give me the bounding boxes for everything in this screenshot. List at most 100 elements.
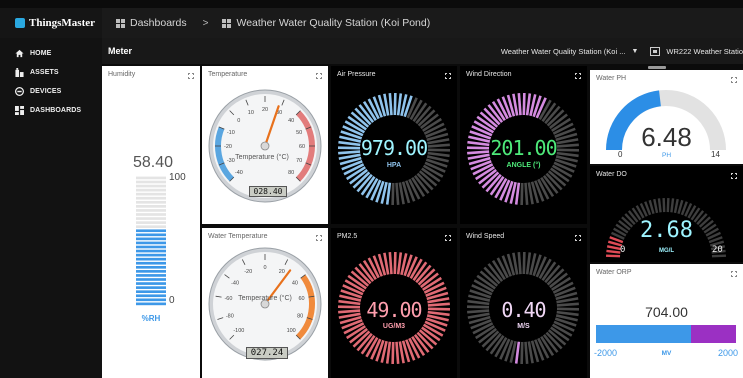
humidity-bar-segment: [136, 200, 166, 204]
dial-tick-label: 80: [288, 170, 294, 176]
gauge-bar: [395, 341, 400, 364]
do-gauge-bar: [657, 198, 662, 213]
temperature-readout: 028.40: [249, 186, 287, 197]
gauge-bar: [514, 341, 521, 364]
dial-hub: [260, 141, 270, 151]
sidebar-item-label: HOME: [30, 50, 52, 57]
water-do-value: 2.68: [640, 218, 693, 243]
card-title: Humidity: [108, 71, 136, 78]
sidebar-item-home[interactable]: HOME: [0, 44, 102, 63]
humidity-bar-segment: [136, 192, 166, 196]
water-ph-card: Water PH 6.48 0 14 PH: [590, 70, 743, 164]
humidity-max-label: 100: [169, 172, 186, 183]
temperature-dial-label: Temperature (°C): [235, 154, 289, 161]
brand[interactable]: ThingsMaster: [0, 8, 102, 38]
air-pressure-unit: HPA: [386, 162, 402, 169]
fullscreen-icon[interactable]: [316, 235, 322, 241]
chevron-down-icon[interactable]: ▼: [631, 48, 638, 55]
gauge-bar: [514, 182, 521, 205]
water-ph-unit: PH: [661, 152, 672, 159]
dial-tick-label: 40: [288, 118, 294, 124]
assets-icon: [15, 68, 24, 77]
sidebar-item-label: ASSETS: [30, 69, 59, 76]
wind-direction-value: 201.00: [490, 136, 557, 160]
dial-tick-label: 60: [299, 144, 305, 150]
temperature-card: Temperature -40 -30 -20 -10 0 10 20 30 40 50 60 70 8…: [202, 66, 328, 224]
fullscreen-icon[interactable]: [731, 271, 737, 277]
device-selector[interactable]: WR222 Weather Statio: [666, 47, 743, 56]
humidity-bar-segment: [136, 265, 166, 269]
water-orp-bar-fill: [596, 325, 691, 343]
dial-tick-label: -100: [233, 328, 244, 334]
do-gauge-bar: [666, 197, 670, 213]
humidity-bar-segment: [136, 205, 166, 208]
top-bar: ThingsMaster Dashboards > Weather Water …: [0, 8, 743, 38]
humidity-bar-segment: [136, 302, 166, 306]
sidebar-item-assets[interactable]: ASSETS: [0, 63, 102, 82]
home-icon: [15, 49, 24, 58]
fullscreen-icon[interactable]: [188, 73, 194, 79]
humidity-value: 58.40: [133, 154, 174, 171]
humidity-card: Humidity 58.40 100 0 %RH: [102, 66, 200, 378]
do-gauge-bar: [648, 199, 655, 215]
gauge-bar: [395, 182, 400, 205]
sidebar-item-devices[interactable]: DEVICES: [0, 82, 102, 101]
humidity-bar-segment: [136, 270, 166, 273]
dashboards-icon: [116, 18, 125, 28]
humidity-bar-segment: [136, 245, 166, 249]
air-pressure-value: 979.00: [360, 136, 428, 160]
gauge-bar: [517, 252, 522, 275]
humidity-bar-segment: [136, 286, 166, 289]
dial-tick-label: 0: [237, 118, 240, 124]
humidity-bar-segment: [136, 241, 166, 245]
temperature-dial: -40-30-20-10010 20 304050607080: [208, 89, 322, 203]
wind-direction-unit: ANGLE (°): [506, 162, 541, 169]
gauge-bar: [396, 252, 403, 275]
humidity-bar-segment: [136, 180, 166, 184]
do-gauge-bar: [711, 254, 727, 258]
card-title: Water Temperature: [208, 233, 268, 240]
dial-tick-label: -20: [244, 269, 252, 275]
breadcrumb-separator: >: [202, 17, 209, 29]
humidity-bar-segment: [136, 290, 166, 294]
humidity-bar-segment: [136, 209, 166, 212]
gauge-bar: [522, 92, 526, 116]
humidity-bar-segment: [136, 196, 166, 200]
sidebar: HOME ASSETS DEVICES DASHBOARDS: [0, 38, 102, 378]
dial-tick-label: 40: [292, 280, 298, 286]
air-pressure-card: Air Pressure 979.00 HPA: [331, 66, 457, 224]
humidity-bar-segment: [136, 274, 166, 277]
do-gauge-bar: [670, 198, 675, 213]
breadcrumb-dashboards-link[interactable]: Dashboards: [130, 17, 187, 29]
gauge-bar: [385, 341, 392, 364]
do-gauge-bar: [662, 197, 666, 213]
humidity-bar-gauge: [136, 176, 166, 306]
water-orp-max: 2000: [718, 348, 739, 358]
fullscreen-icon[interactable]: [316, 73, 322, 79]
water-do-card: Water DO 2.68 MG/L 0 20: [590, 166, 743, 262]
wind-speed-card: Wind Speed 0.40 M/S: [460, 228, 587, 378]
gauge-bar: [393, 92, 397, 116]
wind-speed-value: 0.40: [501, 298, 546, 322]
dial-tick-label: 50: [296, 130, 302, 136]
entity-select[interactable]: Weather Water Quality Station (Koi ...: [501, 47, 626, 56]
humidity-bar-segment: [136, 233, 166, 237]
humidity-bar-segment: [136, 249, 166, 253]
humidity-bar-segment: [136, 253, 166, 257]
gauge-bar: [393, 251, 397, 275]
pm25-unit: UG/M3: [382, 323, 406, 330]
water-orp-bar-track: [596, 325, 736, 343]
humidity-bar-segment: [136, 257, 166, 261]
dial-tick-label: 20: [262, 107, 268, 113]
humidity-bar-segment: [136, 261, 166, 265]
humidity-bar-segment: [136, 237, 166, 241]
toolbar-right: Weather Water Quality Station (Koi ... ▼…: [501, 38, 743, 64]
breadcrumb: Dashboards > Weather Water Quality Stati…: [116, 17, 430, 29]
sidebar-item-label: DASHBOARDS: [30, 107, 82, 114]
sidebar-item-dashboards[interactable]: DASHBOARDS: [0, 101, 102, 120]
drag-handle[interactable]: [648, 66, 666, 69]
devices-icon: [15, 87, 24, 96]
do-gauge-bar: [673, 198, 679, 214]
dashboard-state-title: Meter: [108, 46, 133, 56]
gauge-bar: [396, 93, 403, 116]
